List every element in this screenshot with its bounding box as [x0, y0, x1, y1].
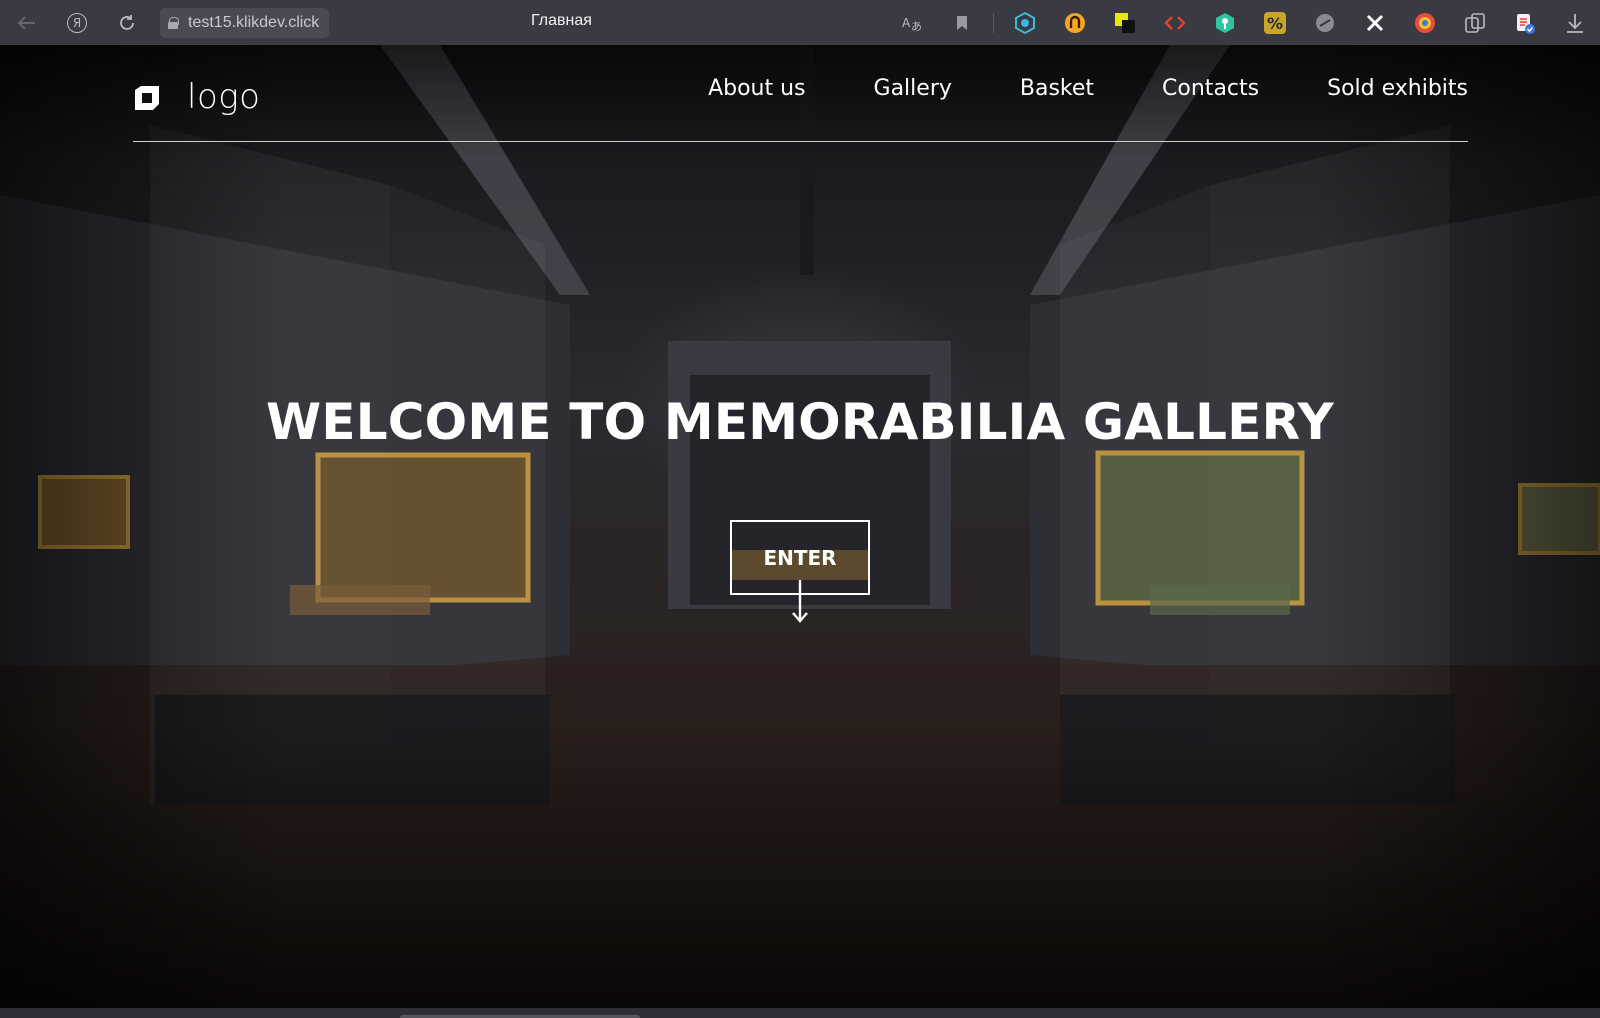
extension-9[interactable] [1400, 0, 1450, 45]
extension-6[interactable]: % [1250, 0, 1300, 45]
hero-section: logo About us Gallery Basket Contacts So… [0, 45, 1600, 1008]
site-header: logo About us Gallery Basket Contacts So… [133, 45, 1468, 142]
arrow-down-icon [792, 580, 808, 623]
browser-toolbar: Я test15.klikdev.click Главная Aあ % [0, 0, 1600, 45]
downloads-button[interactable] [1550, 0, 1600, 45]
hero-title: WELCOME TO MEMORABILIA GALLERY [266, 393, 1334, 451]
bookmark-button[interactable] [937, 0, 987, 45]
back-button[interactable] [2, 0, 52, 45]
address-bar[interactable]: test15.klikdev.click [160, 7, 330, 38]
key-shield-extension-icon [1216, 12, 1234, 33]
color-wheel-extension-icon [1415, 12, 1435, 33]
lock-icon [168, 16, 179, 29]
translate-button[interactable]: Aあ [887, 0, 937, 45]
hexagon-extension-icon [1015, 11, 1035, 34]
color-picker-extension-icon [1115, 12, 1135, 33]
code-extension-icon [1164, 15, 1186, 30]
x-extension-icon [1366, 14, 1384, 31]
nav-basket[interactable]: Basket [1020, 76, 1094, 101]
logo-text: logo [187, 77, 261, 117]
document-check-icon [1517, 13, 1535, 34]
arrow-left-icon [18, 15, 35, 30]
nav-about-us[interactable]: About us [708, 76, 805, 101]
tab-title: Главная [531, 12, 592, 29]
nav-sold-exhibits[interactable]: Sold exhibits [1327, 76, 1468, 101]
collections-button[interactable] [1450, 0, 1500, 45]
reader-extension-button[interactable] [1500, 0, 1550, 45]
percent-extension-icon: % [1264, 11, 1286, 34]
reload-button[interactable] [102, 0, 152, 45]
extension-5[interactable] [1200, 0, 1250, 45]
main-nav: About us Gallery Basket Contacts Sold ex… [640, 76, 1468, 101]
extension-2[interactable] [1050, 0, 1100, 45]
enter-button-label: ENTER [763, 545, 837, 570]
extension-4[interactable] [1150, 0, 1200, 45]
nav-gallery[interactable]: Gallery [874, 76, 952, 101]
svg-text:あ: あ [911, 20, 922, 32]
translate-icon: Aあ [902, 16, 922, 32]
svg-text:%: % [1267, 14, 1283, 33]
yandex-button[interactable]: Я [52, 0, 102, 45]
url-text: test15.klikdev.click [188, 13, 320, 31]
toolbar-right: Aあ % [887, 0, 1600, 45]
logo[interactable]: logo [133, 77, 261, 117]
logo-cube-icon [135, 86, 159, 110]
collections-icon [1465, 12, 1485, 33]
nav-contacts[interactable]: Contacts [1162, 76, 1259, 101]
extension-7[interactable] [1300, 0, 1350, 45]
extension-3[interactable] [1100, 0, 1150, 45]
toolbar-divider [993, 12, 994, 33]
orange-shield-extension-icon [1065, 12, 1085, 33]
download-icon [1567, 13, 1583, 33]
bookmark-icon [957, 15, 967, 30]
extension-1[interactable] [1000, 0, 1050, 45]
extension-8[interactable] [1350, 0, 1400, 45]
reload-icon [120, 14, 134, 30]
svg-text:A: A [902, 16, 911, 30]
window-bottom-bar [0, 1008, 1600, 1018]
gray-circle-extension-icon [1316, 13, 1334, 32]
yandex-icon: Я [67, 12, 87, 33]
